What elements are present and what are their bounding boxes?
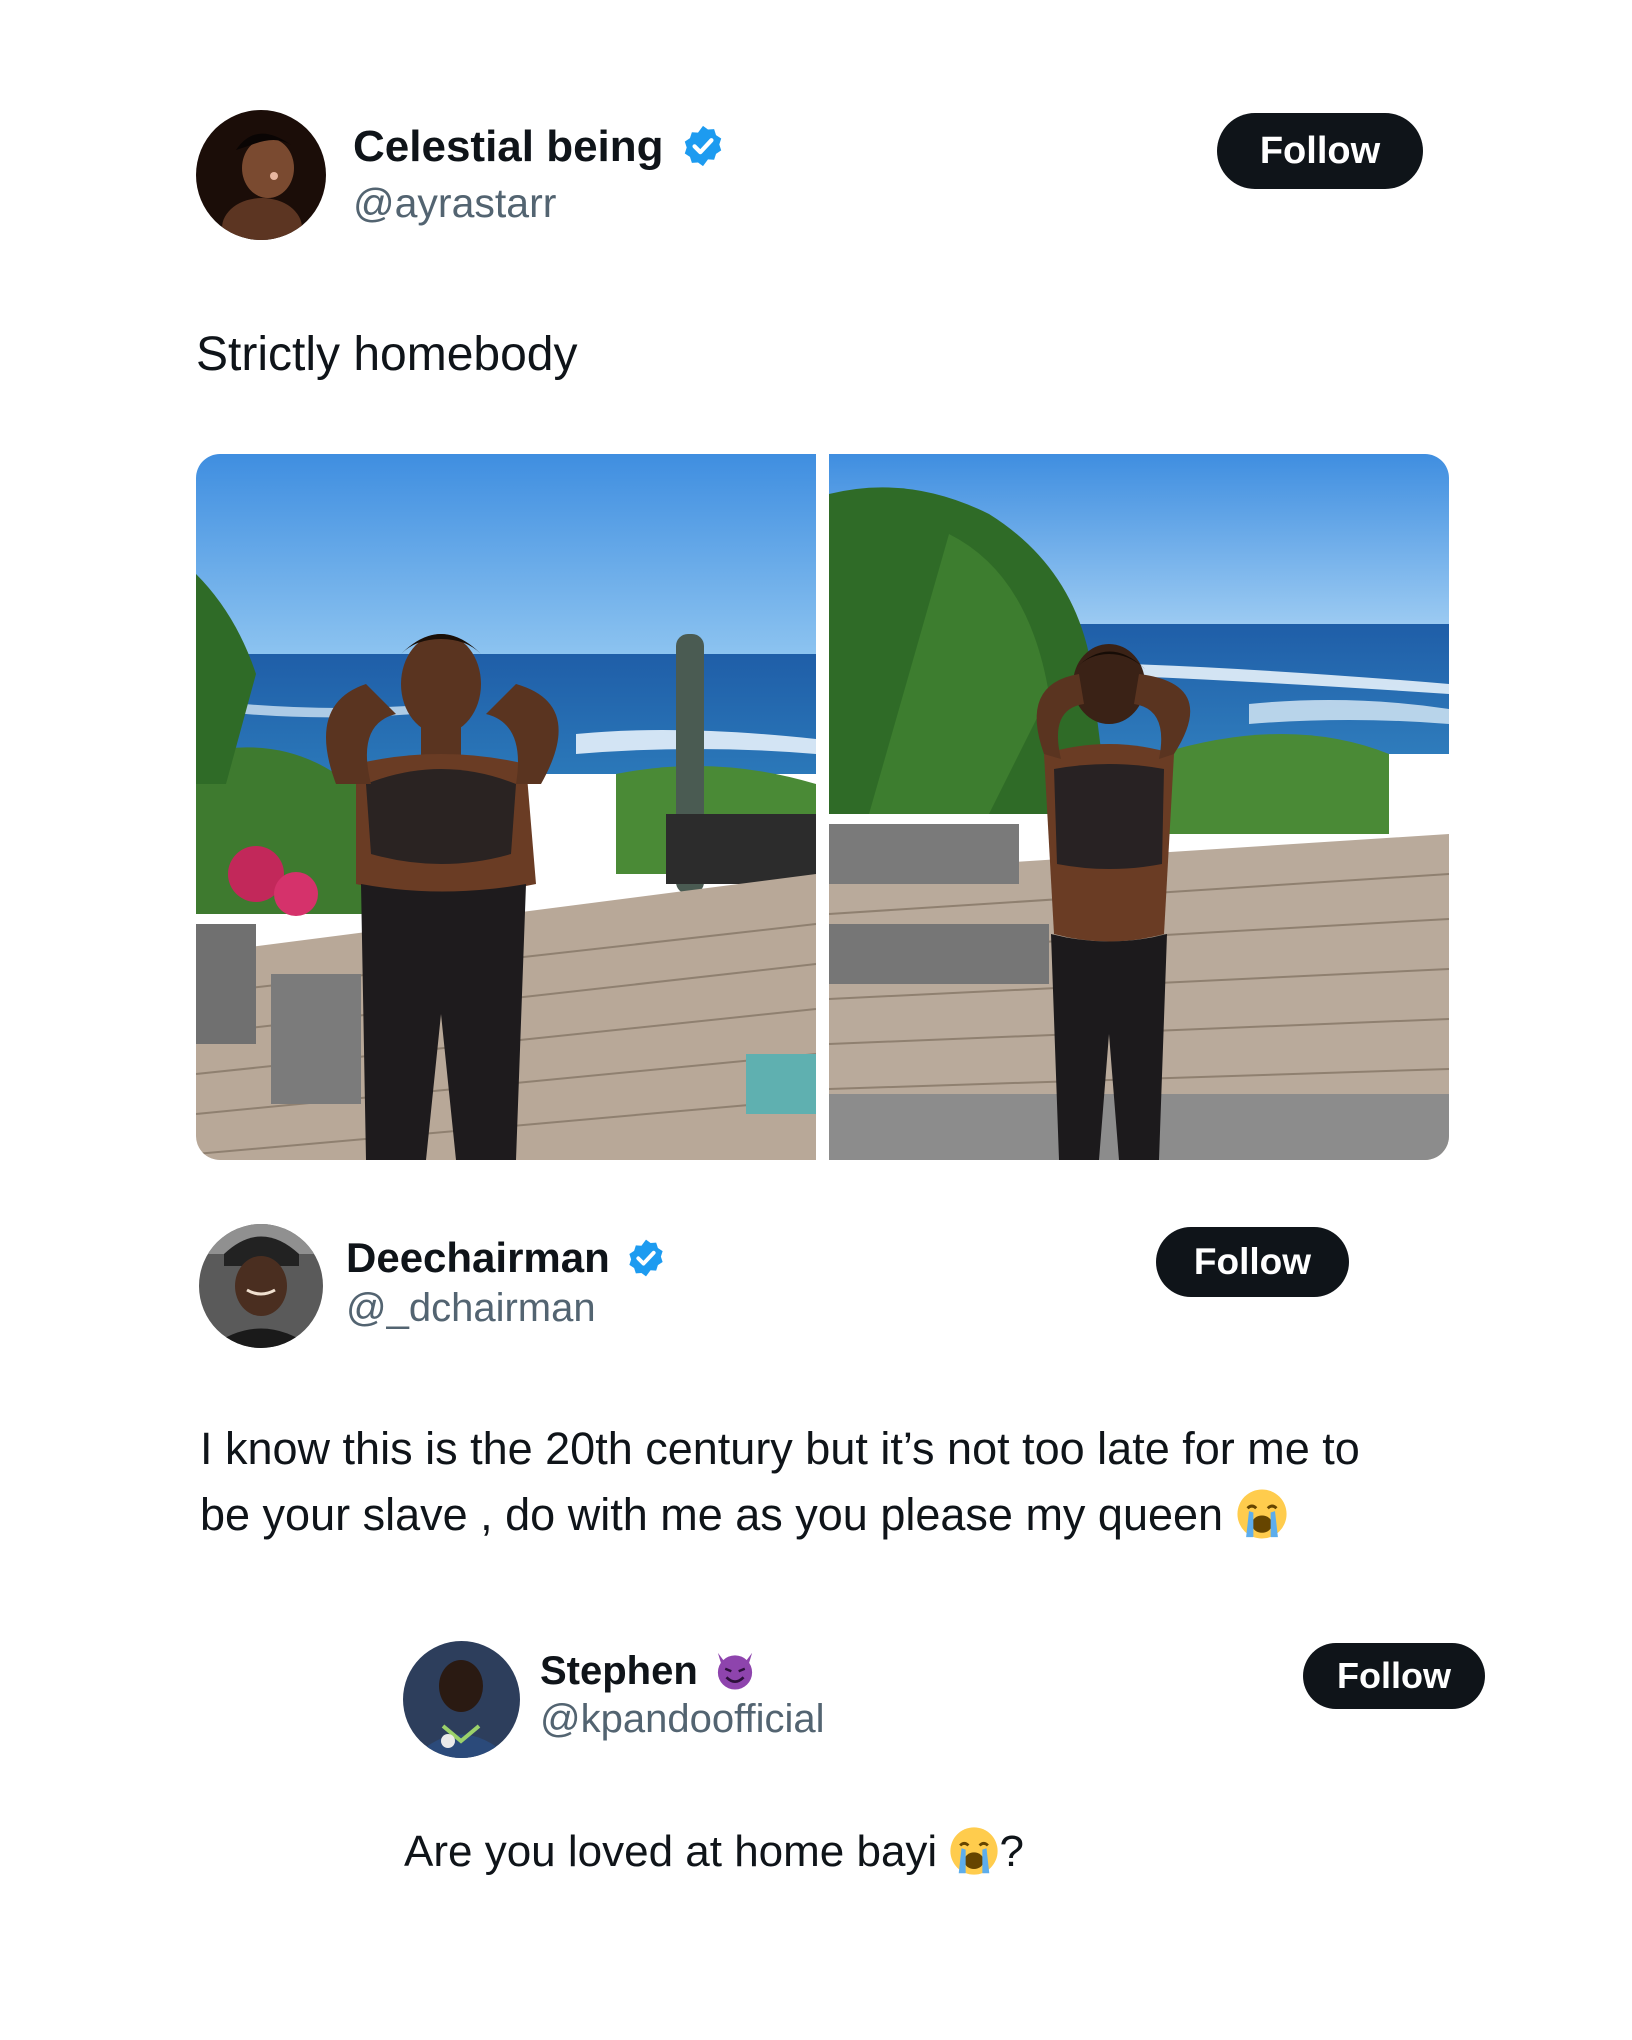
smiling-devil-icon	[717, 1653, 753, 1690]
display-name-text: Stephen	[540, 1649, 698, 1693]
tweet-photo-2[interactable]	[829, 454, 1449, 1160]
avatar[interactable]	[199, 1224, 323, 1348]
display-name[interactable]: Deechairman	[346, 1234, 667, 1282]
verified-icon	[629, 1239, 664, 1277]
display-name[interactable]: Celestial being	[353, 122, 726, 172]
display-name-text: Celestial being	[353, 122, 664, 171]
display-name[interactable]: Stephen	[540, 1649, 757, 1694]
user-handle[interactable]: @_dchairman	[346, 1286, 596, 1331]
tweet-photo-1[interactable]	[196, 454, 816, 1160]
user-handle[interactable]: @ayrastarr	[353, 180, 556, 227]
follow-button[interactable]: Follow	[1156, 1227, 1349, 1297]
avatar[interactable]	[196, 110, 326, 240]
follow-button[interactable]: Follow	[1217, 113, 1423, 189]
follow-button[interactable]: Follow	[1303, 1643, 1485, 1709]
avatar[interactable]	[403, 1641, 520, 1758]
tweet-text-suffix: ?	[999, 1827, 1024, 1876]
tweet-text: I know this is the 20th century but it’s…	[200, 1416, 1400, 1548]
tweet-text: Strictly homebody	[196, 328, 578, 381]
tweet-text-content: I know this is the 20th century but it’s…	[200, 1423, 1360, 1540]
loudly-crying-face-icon	[950, 1827, 999, 1875]
loudly-crying-face-icon	[1237, 1489, 1287, 1539]
tweet-text: Are you loved at home bayi ?	[404, 1820, 1024, 1884]
verified-icon	[684, 126, 721, 167]
user-handle[interactable]: @kpandoofficial	[540, 1697, 825, 1742]
tweet-text-content: Are you loved at home bayi	[404, 1827, 938, 1876]
display-name-text: Deechairman	[346, 1234, 610, 1281]
